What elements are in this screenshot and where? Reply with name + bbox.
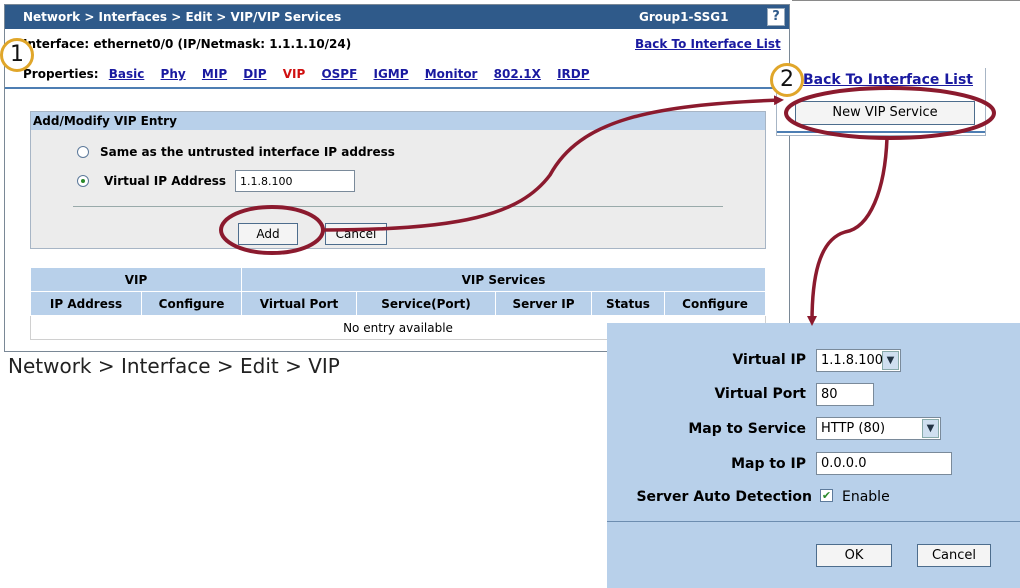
list-panel-divider: [777, 131, 985, 133]
col-server-ip: Server IP: [495, 291, 592, 316]
table-group-header: VIP VIP Services: [30, 267, 766, 292]
vip-service-dialog: Virtual IP 1.1.8.100 ▼ Virtual Port 80 M…: [607, 323, 1020, 588]
untrusted-ip-label: Same as the untrusted interface IP addre…: [100, 145, 395, 159]
map-to-service-field-label: Map to Service: [688, 421, 806, 437]
entry-panel-title: Add/Modify VIP Entry: [31, 112, 765, 130]
entry-divider: [73, 206, 723, 207]
map-to-service-selected-value: HTTP (80): [821, 421, 886, 436]
virtual-ip-select[interactable]: 1.1.8.100 ▼: [816, 349, 901, 372]
enable-label: Enable: [842, 489, 890, 505]
device-name: Group1-SSG1: [639, 10, 729, 24]
new-vip-service-button[interactable]: New VIP Service: [795, 101, 975, 125]
dialog-divider: [607, 521, 1020, 522]
header-divider: [5, 87, 789, 89]
vip-config-window: Network > Interfaces > Edit > VIP/VIP Se…: [4, 4, 790, 352]
interface-list-panel: Back To Interface List New VIP Service: [776, 68, 986, 136]
tab-ospf[interactable]: OSPF: [321, 67, 357, 81]
col-service-port: Service(Port): [356, 291, 496, 316]
server-auto-detection-label: Server Auto Detection: [636, 489, 812, 505]
virtual-port-input[interactable]: 80: [816, 383, 874, 406]
vip-services-group-header: VIP Services: [241, 267, 766, 292]
virtual-ip-input[interactable]: [235, 170, 355, 192]
help-button[interactable]: ?: [767, 8, 785, 26]
cancel-button[interactable]: Cancel: [325, 223, 387, 245]
add-button[interactable]: Add: [238, 223, 298, 245]
virtual-port-field-label: Virtual Port: [714, 386, 806, 402]
chevron-down-icon[interactable]: ▼: [882, 351, 899, 370]
virtual-ip-field-label: Virtual IP: [732, 352, 806, 368]
step-2-badge: 2: [770, 63, 804, 97]
tab-vip[interactable]: VIP: [283, 67, 306, 81]
map-to-ip-input[interactable]: 0.0.0.0: [816, 452, 952, 475]
top-right-divider: [792, 0, 1020, 1]
col-virtual-port: Virtual Port: [241, 291, 357, 316]
step-arrow-to-dialog: [807, 137, 889, 326]
back-to-interface-list-link[interactable]: Back To Interface List: [635, 37, 781, 51]
properties-nav: Properties: Basic Phy MIP DIP VIP OSPF I…: [23, 67, 602, 81]
tab-mip[interactable]: MIP: [202, 67, 227, 81]
chevron-down-icon[interactable]: ▼: [922, 419, 939, 438]
properties-label: Properties:: [23, 67, 99, 81]
col-services-configure: Configure: [664, 291, 766, 316]
untrusted-ip-radio[interactable]: [77, 146, 89, 158]
step-1-badge: 1: [0, 38, 34, 72]
tab-monitor[interactable]: Monitor: [425, 67, 478, 81]
col-status: Status: [591, 291, 665, 316]
tab-igmp[interactable]: IGMP: [373, 67, 408, 81]
title-bar: Network > Interfaces > Edit > VIP/VIP Se…: [5, 5, 789, 29]
back-to-interface-list-link-secondary[interactable]: Back To Interface List: [803, 72, 973, 88]
vip-group-header: VIP: [30, 267, 242, 292]
ok-button[interactable]: OK: [816, 544, 892, 567]
interface-info: Interface: ethernet0/0 (IP/Netmask: 1.1.…: [23, 37, 352, 51]
tab-basic[interactable]: Basic: [109, 67, 145, 81]
col-configure: Configure: [141, 291, 242, 316]
map-to-ip-field-label: Map to IP: [731, 456, 806, 472]
figure-caption: Network > Interface > Edit > VIP: [8, 354, 340, 378]
tab-dip[interactable]: DIP: [243, 67, 266, 81]
virtual-ip-selected-value: 1.1.8.100: [821, 353, 884, 368]
map-to-service-select[interactable]: HTTP (80) ▼: [816, 417, 941, 440]
virtual-ip-label: Virtual IP Address: [104, 174, 227, 188]
col-ip-address: IP Address: [30, 291, 142, 316]
vip-entry-panel: Add/Modify VIP Entry Same as the untrust…: [30, 111, 766, 249]
table-column-header: IP Address Configure Virtual Port Servic…: [30, 291, 766, 316]
tab-irdp[interactable]: IRDP: [557, 67, 589, 81]
breadcrumb: Network > Interfaces > Edit > VIP/VIP Se…: [23, 10, 342, 24]
tab-8021x[interactable]: 802.1X: [494, 67, 541, 81]
tab-phy[interactable]: Phy: [161, 67, 186, 81]
enable-checkbox[interactable]: ✔: [820, 489, 833, 502]
virtual-ip-radio[interactable]: [77, 175, 89, 187]
dialog-cancel-button[interactable]: Cancel: [917, 544, 991, 567]
